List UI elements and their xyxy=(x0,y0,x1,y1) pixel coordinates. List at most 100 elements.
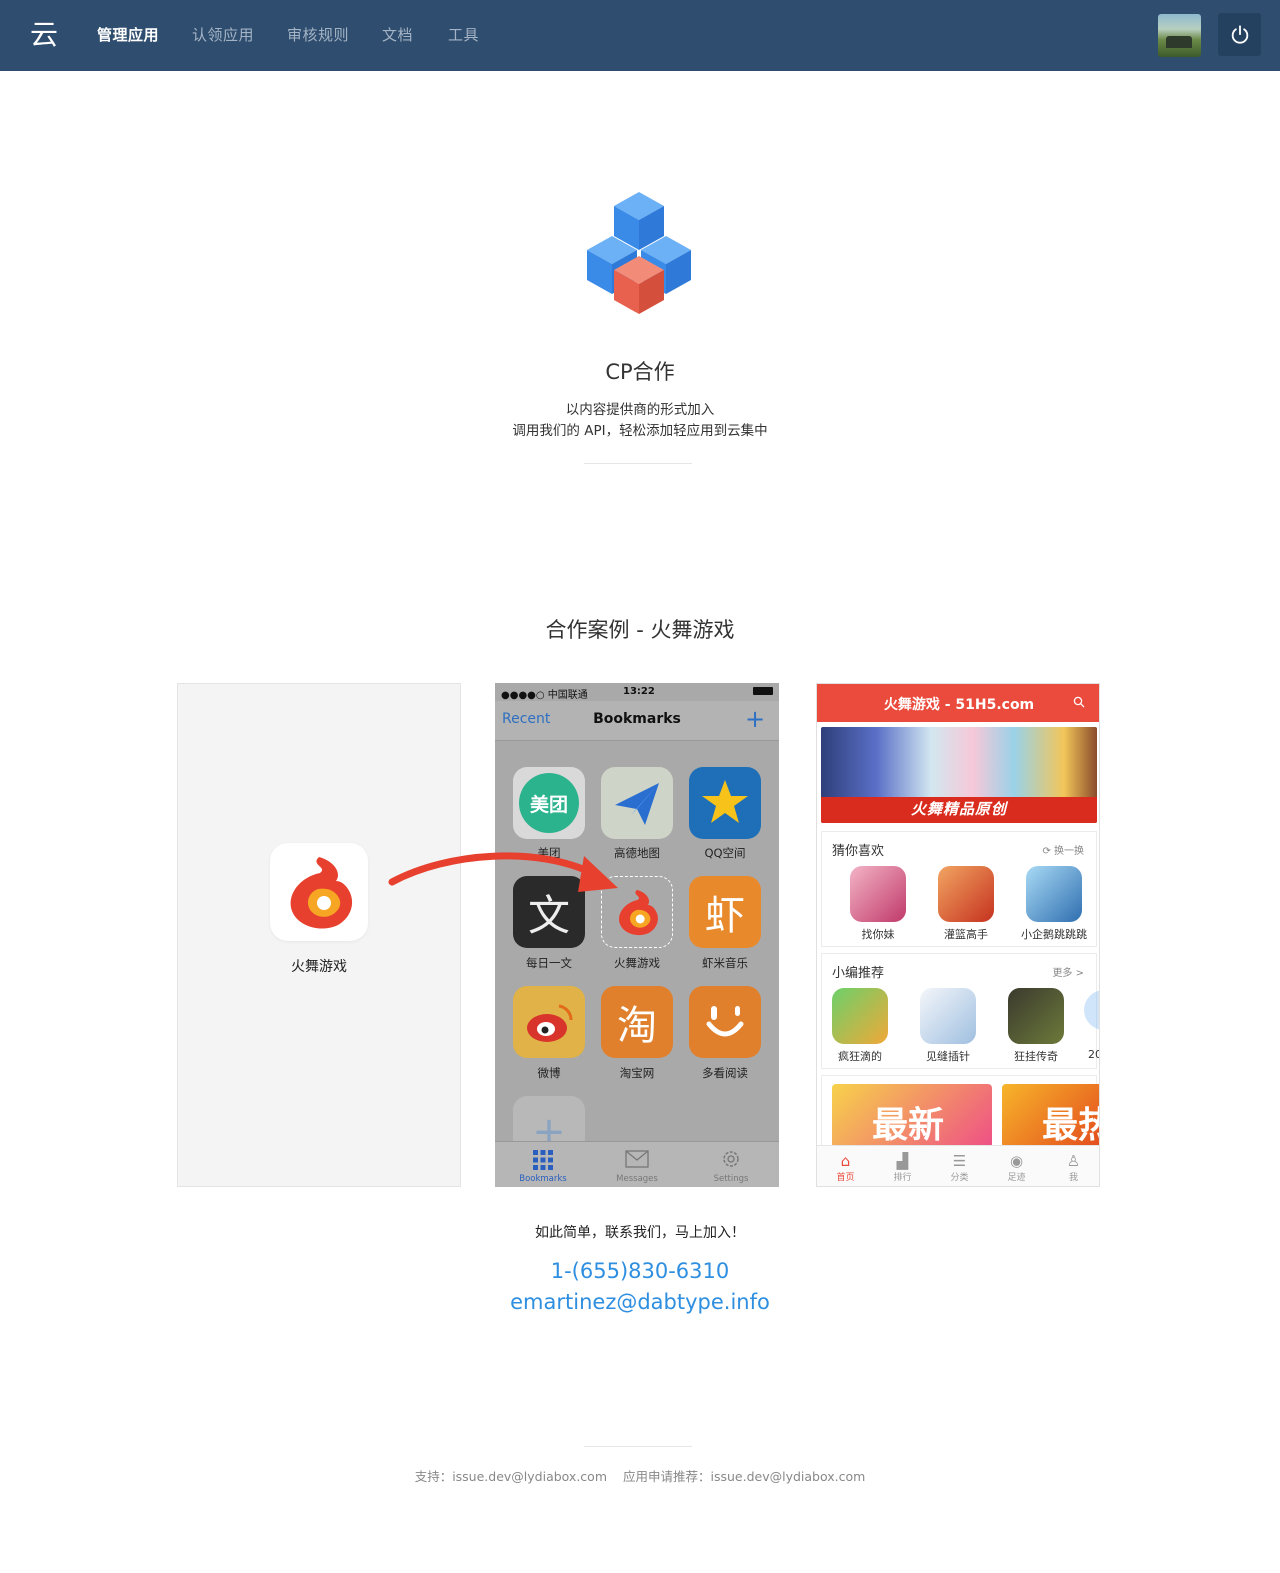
power-icon xyxy=(1231,24,1248,44)
contact-phone-link[interactable]: 1-(655)830-6310 xyxy=(0,1259,1280,1283)
tab-me[interactable]: ♙ 我 xyxy=(1045,1152,1099,1183)
footer: 支持：issue.dev@lydiabox.com 应用申请推荐：issue.d… xyxy=(0,1466,1280,1485)
banner-text: 火舞精品原创 xyxy=(910,800,1007,818)
game-icon[interactable] xyxy=(850,866,906,922)
game-icon[interactable] xyxy=(920,988,976,1044)
guess-you-like-section: 猜你喜欢 ⟳ 换一换 找你妹 灌篮高手 小企鹅跳跳跳 xyxy=(821,831,1097,947)
footer-support[interactable]: 支持：issue.dev@lydiabox.com xyxy=(415,1469,607,1484)
app-meituan[interactable]: 美团 xyxy=(513,767,585,839)
nav-claim-apps[interactable]: 认领应用 xyxy=(192,24,254,45)
user-avatar[interactable] xyxy=(1158,14,1201,57)
refresh-button[interactable]: ⟳ 换一换 xyxy=(1042,842,1084,857)
paper-plane-icon xyxy=(615,783,659,825)
section-title: 猜你喜欢 xyxy=(832,844,885,859)
app-gaode-map[interactable] xyxy=(601,767,673,839)
game-icon[interactable] xyxy=(832,988,888,1044)
wen-glyph-icon: 文 xyxy=(527,890,570,940)
add-bookmark-button[interactable]: + xyxy=(745,705,765,733)
mobile-tab-bar: ⌂ 首页 ▟ 排行 ☰ 分类 ◉ 足迹 ♙ 我 xyxy=(817,1145,1099,1186)
status-carrier: ●●●●○ 中国联通 xyxy=(501,690,588,701)
weibo-icon xyxy=(527,1004,573,1042)
flame-logo-icon xyxy=(619,889,658,936)
app-label: 高德地图 xyxy=(614,846,660,860)
mobile-header: 火舞游戏 - 51H5.com xyxy=(817,684,1099,722)
top-navbar: 云 管理应用 认领应用 审核规则 文档 工具 xyxy=(0,0,1280,71)
bar-chart-icon: ▟ xyxy=(896,1152,909,1170)
game-label: 小企鹅跳跳跳 xyxy=(1021,928,1087,941)
tab-category[interactable]: ☰ 分类 xyxy=(931,1152,988,1183)
promo-banner[interactable]: 火舞精品原创 xyxy=(821,727,1097,823)
app-label: 虾米音乐 xyxy=(702,956,748,970)
tab-history[interactable]: ◉ 足迹 xyxy=(988,1152,1045,1183)
app-daily-article[interactable]: 文 xyxy=(513,876,585,948)
section-title: 小编推荐 xyxy=(832,966,885,981)
huowu-app-icon xyxy=(270,843,368,941)
app-duokan[interactable] xyxy=(689,986,761,1058)
hero-desc-line2: 调用我们的 API，轻松添加轻应用到云集中 xyxy=(512,423,768,439)
app-huowu-game[interactable] xyxy=(601,876,673,948)
mobile-header-title: 火舞游戏 - 51H5.com xyxy=(883,697,1035,713)
app-qzone[interactable] xyxy=(689,767,761,839)
nav-review-rules[interactable]: 审核规则 xyxy=(287,24,349,45)
search-icon[interactable] xyxy=(1073,696,1085,708)
ios-tab-bar: Bookmarks Messages Settings xyxy=(495,1141,779,1187)
ios-status-bar: ●●●●○ 中国联通 13:22 xyxy=(495,683,779,701)
game-label: 疯狂滴的 xyxy=(838,1050,882,1063)
more-link[interactable]: 更多 > xyxy=(1052,964,1084,979)
editor-picks-section: 小编推荐 更多 > 疯狂滴的 见缝插针 狂挂传奇 20 xyxy=(821,953,1099,1069)
tab-bookmarks[interactable]: Bookmarks xyxy=(503,1174,583,1184)
cubes-logo-icon xyxy=(587,192,691,314)
footer-recommend[interactable]: 应用申请推荐：issue.dev@lydiabox.com xyxy=(623,1469,865,1484)
hero-desc-line1: 以内容提供商的形式加入 xyxy=(565,402,715,418)
app-label: 美团 xyxy=(537,846,561,860)
nav-docs[interactable]: 文档 xyxy=(382,24,413,45)
newest-tile[interactable]: 最新 xyxy=(832,1084,992,1148)
tab-settings[interactable]: Settings xyxy=(691,1174,771,1184)
app-xiami-music[interactable]: 虾 xyxy=(689,876,761,948)
divider xyxy=(584,1446,692,1447)
grid-icon[interactable] xyxy=(532,1149,554,1171)
game-label: 20 xyxy=(1088,1048,1099,1061)
app-weibo[interactable] xyxy=(513,986,585,1058)
game-icon[interactable] xyxy=(938,866,994,922)
tab-messages[interactable]: Messages xyxy=(597,1174,677,1184)
game-icon[interactable] xyxy=(1026,866,1082,922)
status-time: 13:22 xyxy=(623,686,655,697)
contact-email-link[interactable]: emartinez@dabtype.info xyxy=(0,1290,1280,1314)
app-taobao[interactable]: 淘 xyxy=(601,986,673,1058)
nav-manage-apps[interactable]: 管理应用 xyxy=(97,24,159,45)
user-icon: ♙ xyxy=(1066,1152,1081,1170)
list-icon: ☰ xyxy=(952,1152,967,1170)
floating-button[interactable] xyxy=(1084,990,1099,1030)
app-label: 微博 xyxy=(537,1066,561,1080)
hero-title: CP合作 xyxy=(605,360,675,384)
app-label: QQ空间 xyxy=(704,846,746,860)
nav-tools[interactable]: 工具 xyxy=(448,24,479,45)
logout-button[interactable] xyxy=(1218,13,1261,56)
meituan-icon: 美团 xyxy=(519,773,579,833)
logo[interactable]: 云 xyxy=(26,18,62,54)
case-title: 合作案例 - 火舞游戏 xyxy=(545,618,735,642)
game-label: 灌篮高手 xyxy=(944,928,988,941)
case-panel-mobile-site: 火舞游戏 - 51H5.com 火舞精品原创 猜你喜欢 ⟳ 换一换 找你妹 灌篮… xyxy=(816,683,1100,1187)
contact-text: 如此简单，联系我们，马上加入！ xyxy=(535,1225,745,1241)
gear-icon[interactable] xyxy=(720,1148,742,1170)
mail-icon[interactable] xyxy=(625,1150,649,1168)
case-panel-app-icon: 火舞游戏 xyxy=(177,683,461,1187)
refresh-icon: ⟳ xyxy=(1042,846,1054,857)
flame-logo-icon xyxy=(290,857,353,929)
divider xyxy=(584,463,692,464)
tao-glyph-icon: 淘 xyxy=(617,1003,657,1049)
tab-home[interactable]: ⌂ 首页 xyxy=(817,1152,874,1183)
app-label: 每日一文 xyxy=(526,956,572,970)
home-icon: ⌂ xyxy=(840,1152,851,1170)
tab-ranking[interactable]: ▟ 排行 xyxy=(874,1152,931,1183)
game-label: 找你妹 xyxy=(861,928,895,941)
hottest-tile[interactable]: 最热 xyxy=(1002,1084,1099,1148)
featured-tiles-section: 最新 最热 xyxy=(821,1075,1099,1148)
game-label: 狂挂传奇 xyxy=(1014,1050,1058,1063)
star-icon xyxy=(702,780,748,823)
game-icon[interactable] xyxy=(1008,988,1064,1044)
bookmarks-title: Bookmarks xyxy=(593,711,681,727)
xia-glyph-icon: 虾 xyxy=(705,893,745,939)
